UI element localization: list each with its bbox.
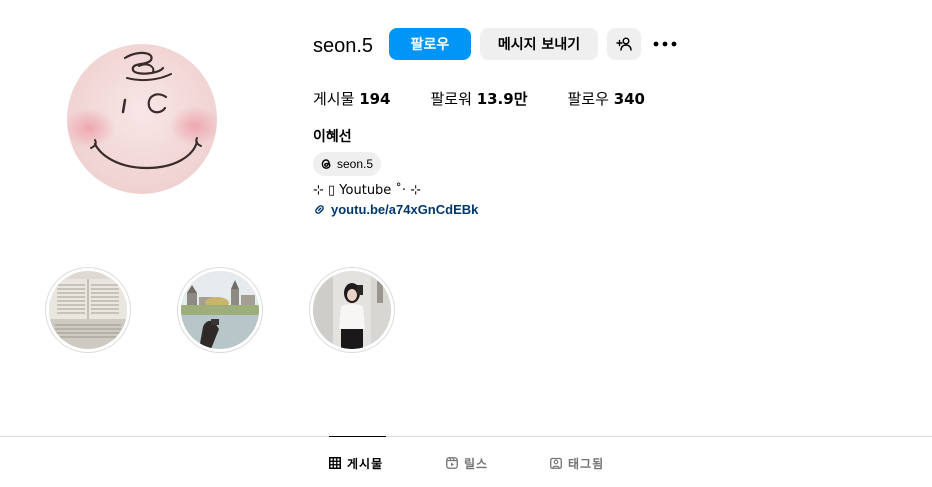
followers-value: 13.9만 <box>476 90 528 108</box>
profile-stats: 게시물 194 팔로워 13.9만 팔로우 340 <box>313 88 685 109</box>
tagged-icon <box>550 457 562 469</box>
full-name: 이혜선 <box>313 129 352 145</box>
following-label: 팔로우 <box>567 90 609 108</box>
ellipsis-icon <box>653 41 677 47</box>
story-highlight-2[interactable] <box>177 267 263 353</box>
tab-tagged-label: 태그됨 <box>568 456 605 471</box>
add-user-icon <box>616 37 632 51</box>
grid-icon <box>329 457 341 469</box>
story-highlight-3[interactable] <box>309 267 395 353</box>
tab-reels-label: 릴스 <box>464 456 489 471</box>
posts-count: 게시물 194 <box>313 88 391 109</box>
bio-text: ⊹ ▯ Youtube ˚‧ ⊹ <box>313 183 422 198</box>
tab-posts-label: 게시물 <box>347 456 384 471</box>
threads-icon <box>321 159 331 169</box>
threads-badge[interactable]: seon.5 <box>313 152 382 176</box>
castle-lake-thumbnail-icon <box>181 271 259 349</box>
threads-handle: seon.5 <box>337 157 374 171</box>
reels-icon <box>446 457 458 469</box>
active-tab-indicator <box>329 436 386 437</box>
tab-reels[interactable]: 릴스 <box>446 455 488 471</box>
profile-avatar[interactable] <box>67 44 217 194</box>
followers-count[interactable]: 팔로워 13.9만 <box>431 88 528 109</box>
tab-tagged[interactable]: 태그됨 <box>550 455 604 471</box>
more-options-button[interactable] <box>652 33 678 55</box>
tabs-divider <box>0 436 932 437</box>
following-value: 340 <box>613 90 645 108</box>
follow-button[interactable]: 팔로우 <box>389 28 471 60</box>
message-button[interactable]: 메시지 보내기 <box>480 28 598 60</box>
bio-link[interactable]: youtu.be/a74xGnCdEBk <box>313 202 478 217</box>
book-page-thumbnail-icon <box>49 271 127 349</box>
followers-label: 팔로워 <box>430 90 472 108</box>
following-count[interactable]: 팔로우 340 <box>568 88 646 109</box>
username: seon.5 <box>313 35 374 57</box>
link-icon <box>315 205 324 214</box>
posts-label: 게시물 <box>313 90 355 108</box>
suggested-users-button[interactable] <box>607 28 641 60</box>
mirror-selfie-thumbnail-icon <box>313 271 391 349</box>
tab-posts[interactable]: 게시물 <box>329 455 383 471</box>
posts-value: 194 <box>359 90 391 108</box>
charlie-face-icon <box>67 44 217 194</box>
bio-link-text: youtu.be/a74xGnCdEBk <box>331 202 479 217</box>
story-highlight-1[interactable] <box>45 267 131 353</box>
